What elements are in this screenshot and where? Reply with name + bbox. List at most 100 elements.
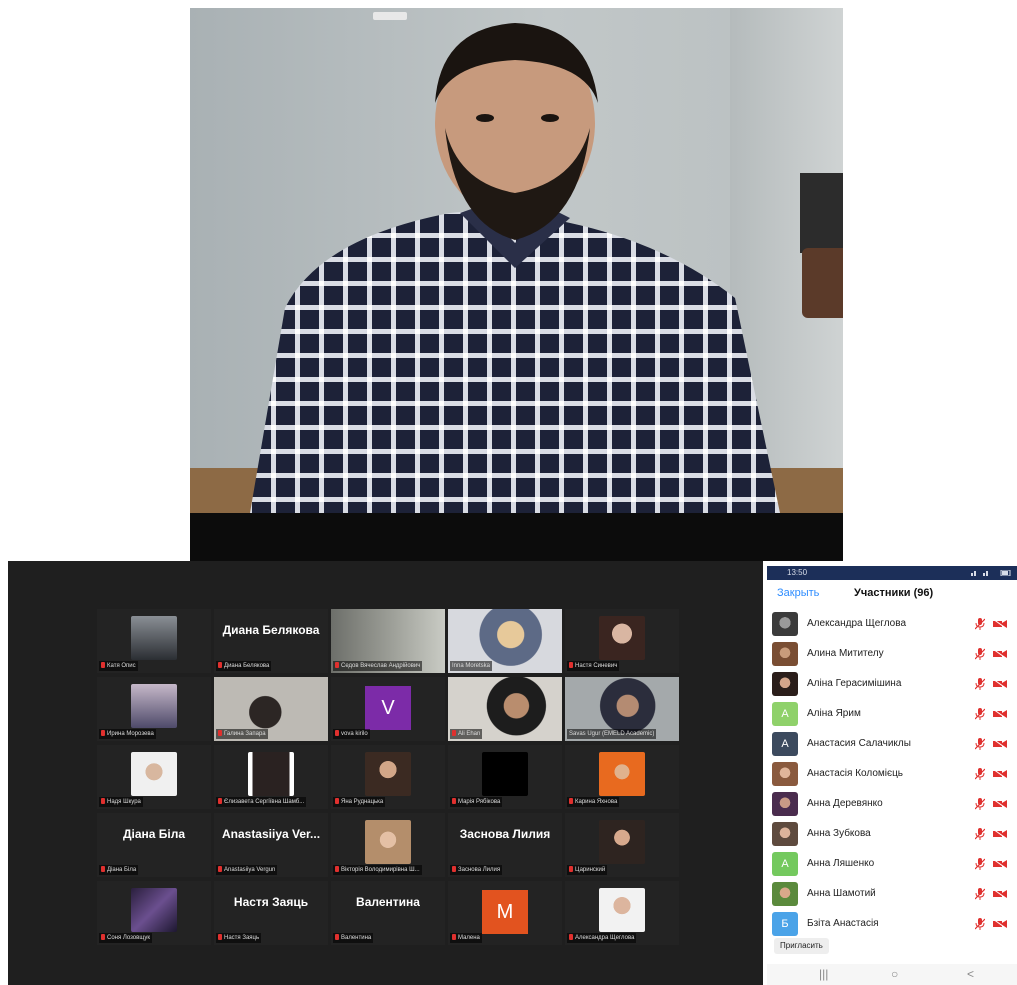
participant-tile[interactable]: Настя Заяць Настя Заяць <box>214 881 328 945</box>
video-off-icon[interactable] <box>993 769 1007 779</box>
participant-tile[interactable]: Валентина Валентина <box>331 881 445 945</box>
participant-display-name: Валентина <box>356 895 420 909</box>
participant-tile[interactable]: Соня Лозовщук <box>97 881 211 945</box>
participant-row[interactable]: Александра Щеглова <box>767 610 1017 640</box>
participant-row[interactable]: Анастасія Коломієць <box>767 760 1017 790</box>
muted-mic-icon[interactable] <box>975 918 985 930</box>
participant-name-label: Марія Рябікова <box>450 797 503 807</box>
participant-tile[interactable]: Александра Щеглова <box>565 881 679 945</box>
participant-tile[interactable]: Яна Руднацька <box>331 745 445 809</box>
participant-tile[interactable]: Єлизавета Сергіївна Шамб... <box>214 745 328 809</box>
participant-name-label: Ирина Морозева <box>99 729 156 739</box>
participant-row[interactable]: Б Бзіта Анастасія <box>767 910 1017 940</box>
participant-tile[interactable]: Anastasiiya Ver... Anastasiiya Vergun <box>214 813 328 877</box>
participant-display-name: Диана Белякова <box>222 623 320 637</box>
participant-video <box>131 888 177 932</box>
participant-tile[interactable]: Настя Синевич <box>565 609 679 673</box>
muted-mic-icon[interactable] <box>975 708 985 720</box>
participant-tile[interactable]: Диана Белякова Диана Белякова <box>214 609 328 673</box>
video-off-icon[interactable] <box>993 829 1007 839</box>
video-off-icon[interactable] <box>993 679 1007 689</box>
panel-header: Закрыть Участники (96) <box>767 580 1017 608</box>
video-off-icon[interactable] <box>993 709 1007 719</box>
participant-video <box>248 752 294 796</box>
participant-tile[interactable]: Заснова Лилия Заснова Лилия <box>448 813 562 877</box>
video-off-icon[interactable] <box>993 859 1007 869</box>
video-off-icon[interactable] <box>993 799 1007 809</box>
participant-row[interactable]: А Анна Ляшенко <box>767 850 1017 880</box>
back-button[interactable]: < <box>967 967 974 981</box>
muted-mic-icon[interactable] <box>975 738 985 750</box>
participant-row[interactable]: Анна Шамотий <box>767 880 1017 910</box>
participant-tile[interactable]: Седов Вячеслав Андрійович <box>331 609 445 673</box>
muted-mic-icon[interactable] <box>975 648 985 660</box>
participant-row[interactable]: А Анастасия Салачиклы <box>767 730 1017 760</box>
video-off-icon[interactable] <box>993 619 1007 629</box>
participant-row[interactable]: Алина Митителу <box>767 640 1017 670</box>
video-off-icon[interactable] <box>993 649 1007 659</box>
participant-name: Anastasiiya Vergun <box>224 867 276 873</box>
participant-video <box>131 752 177 796</box>
participant-tile[interactable]: M Малена <box>448 881 562 945</box>
close-button[interactable]: Закрыть <box>777 587 819 599</box>
participant-row[interactable]: Анна Деревянко <box>767 790 1017 820</box>
participant-tile[interactable]: Галина Запара <box>214 677 328 741</box>
status-time: 13:50 <box>787 568 808 577</box>
participant-name: Діана Біла <box>107 867 137 873</box>
participant-name-label: Anastasiiya Vergun <box>216 865 278 875</box>
participant-row[interactable]: Анна Зубкова <box>767 820 1017 850</box>
muted-mic-icon[interactable] <box>975 768 985 780</box>
participants-panel: 13:50 Закрыть Участники (96) Александра … <box>767 566 1017 985</box>
participant-tile[interactable]: Катя Опис <box>97 609 211 673</box>
participant-tile[interactable]: Царинский <box>565 813 679 877</box>
muted-mic-icon <box>101 730 105 736</box>
participant-name: Марія Рябікова <box>458 799 501 805</box>
muted-mic-icon[interactable] <box>975 798 985 810</box>
participant-name: Катя Опис <box>107 663 136 669</box>
avatar <box>772 822 798 846</box>
participant-tile[interactable]: Ирина Морозева <box>97 677 211 741</box>
participant-name: Соня Лозовщук <box>107 935 150 941</box>
participant-tile[interactable]: Карина Яхнова <box>565 745 679 809</box>
invite-button[interactable]: Пригласить <box>774 938 829 954</box>
participant-avatar-letter: V <box>365 686 411 730</box>
panel-title: Участники (96) <box>854 587 934 599</box>
participant-name: Надя Шкура <box>107 799 141 805</box>
muted-mic-icon[interactable] <box>975 678 985 690</box>
participant-row[interactable]: Аліна Герасимішина <box>767 670 1017 700</box>
muted-mic-icon <box>569 866 573 872</box>
participant-tile[interactable]: Вікторія Володимирівна Ш... <box>331 813 445 877</box>
participant-name: Ali Ehan <box>458 731 481 737</box>
muted-mic-icon[interactable] <box>975 888 985 900</box>
participant-tile[interactable]: V vova kirilo <box>331 677 445 741</box>
participant-name: vova kirilo <box>341 731 368 737</box>
participant-tile[interactable]: Надя Шкура <box>97 745 211 809</box>
video-off-icon[interactable] <box>993 889 1007 899</box>
recent-apps-button[interactable]: ||| <box>819 967 828 981</box>
participant-tile[interactable]: Діана Біла Діана Біла <box>97 813 211 877</box>
muted-mic-icon <box>101 934 105 940</box>
active-speaker-tile[interactable]: Savas Ugur (EMELD Academic) <box>565 677 679 741</box>
muted-mic-icon[interactable] <box>975 828 985 840</box>
participant-tile[interactable]: Марія Рябікова <box>448 745 562 809</box>
participant-name-label: Savas Ugur (EMELD Academic) <box>567 729 657 739</box>
video-off-icon[interactable] <box>993 739 1007 749</box>
muted-mic-icon[interactable] <box>975 858 985 870</box>
participant-name-label: Єлизавета Сергіївна Шамб... <box>216 797 307 807</box>
participant-name-label: Седов Вячеслав Андрійович <box>333 661 423 671</box>
participant-name-label: Ali Ehan <box>450 729 483 739</box>
muted-mic-icon <box>101 798 105 804</box>
video-off-icon[interactable] <box>993 919 1007 929</box>
participant-name-label: Вікторія Володимирівна Ш... <box>333 865 422 875</box>
participant-name: Ирина Морозева <box>107 731 154 737</box>
participant-display-name: Заснова Лилия <box>459 827 551 841</box>
participant-name: Вікторія Володимирівна Ш... <box>341 867 420 873</box>
participant-row[interactable]: А Аліна Ярим <box>767 700 1017 730</box>
muted-mic-icon[interactable] <box>975 618 985 630</box>
home-button[interactable]: ○ <box>891 967 898 981</box>
participant-video <box>365 820 411 864</box>
participant-tile[interactable]: Ali Ehan <box>448 677 562 741</box>
participant-name-label: Катя Опис <box>99 661 138 671</box>
participant-tile[interactable]: Inna Moretska <box>448 609 562 673</box>
avatar-initial: А <box>772 732 798 756</box>
